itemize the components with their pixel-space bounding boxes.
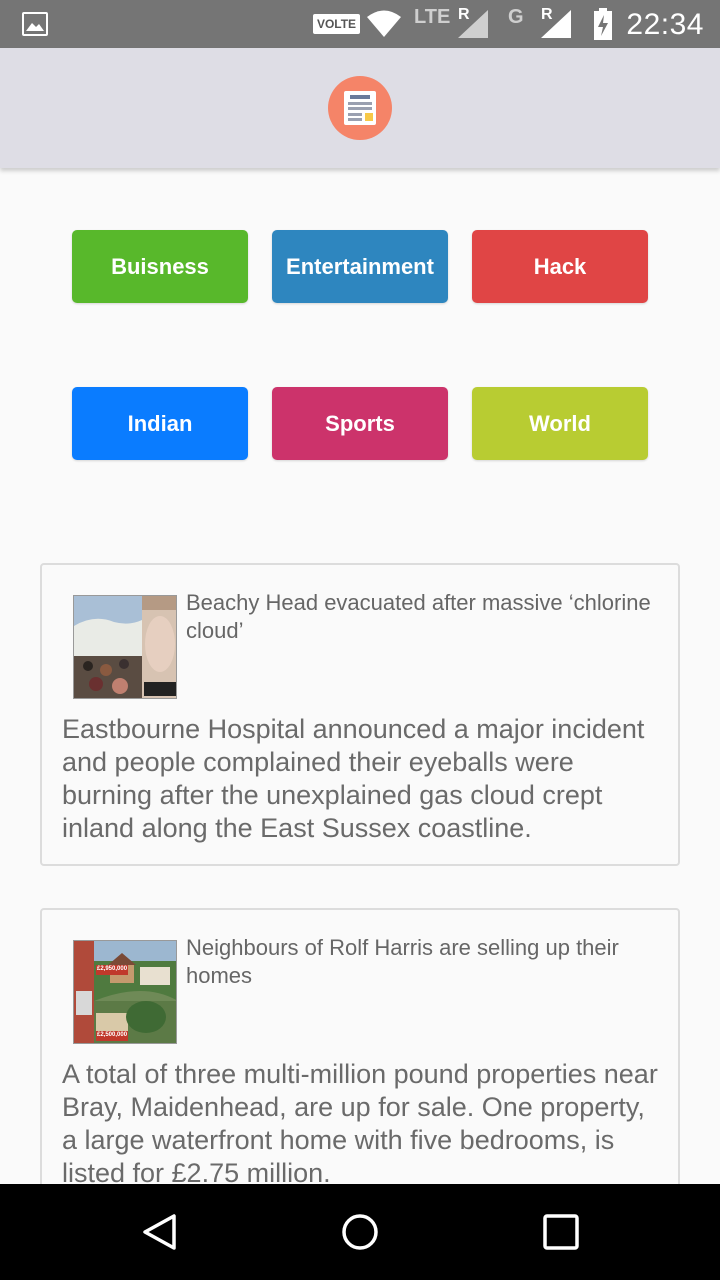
app-bar [0,48,720,168]
status-time: 22:34 [626,8,704,41]
newspaper-icon [328,76,392,140]
home-icon[interactable] [340,1212,380,1252]
price-tag: £2,950,000 [97,966,128,972]
price-tag: £2,500,000 [97,1032,128,1038]
network-g-label: G [508,6,524,28]
recents-icon[interactable] [541,1212,581,1252]
news-thumbnail: £2,950,000 £2,500,000 [73,940,177,1044]
gallery-icon [22,12,48,36]
status-bar: VOLTE LTE R G R 22:34 [0,0,720,48]
category-button-entertainment[interactable]: Entertainment [272,230,448,303]
wifi-icon [367,10,401,37]
category-button-buisness[interactable]: Buisness [72,230,248,303]
navigation-bar [0,1184,720,1280]
news-card[interactable]: Beachy Head evacuated after massive ‘chl… [40,563,680,866]
category-button-world[interactable]: World [472,387,648,460]
news-title: Beachy Head evacuated after massive ‘chl… [186,590,651,643]
news-card[interactable]: £2,950,000 £2,500,000 Neighbours of Rolf… [40,908,680,1198]
category-button-indian[interactable]: Indian [72,387,248,460]
news-title: Neighbours of Rolf Harris are selling up… [186,935,619,988]
category-button-hack[interactable]: Hack [472,230,648,303]
category-button-sports[interactable]: Sports [272,387,448,460]
signal-icon [458,10,488,38]
back-icon[interactable] [140,1212,180,1252]
signal-icon [541,10,571,38]
news-description: A total of three multi-million pound pro… [62,1059,658,1188]
lte-label: LTE [414,6,451,28]
news-description: Eastbourne Hospital announced a major in… [62,714,645,843]
news-thumbnail [73,595,177,699]
battery-charging-icon [594,8,612,40]
volte-badge: VOLTE [313,14,360,34]
